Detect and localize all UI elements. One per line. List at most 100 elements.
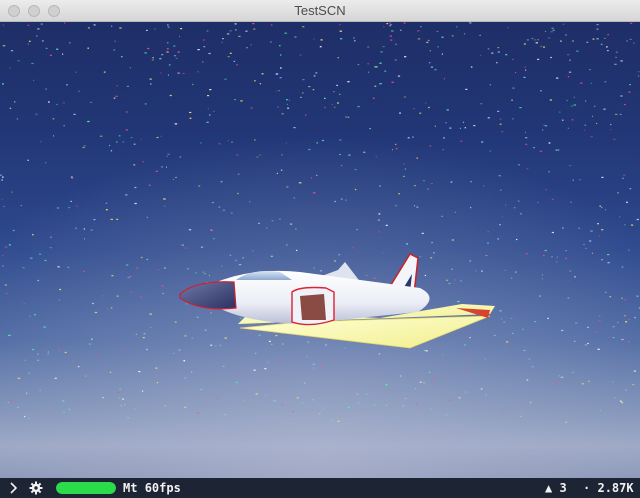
scene-canvas[interactable]: [0, 22, 640, 478]
star-particle: [163, 198, 166, 200]
star-particle: [623, 174, 626, 176]
star-particle: [258, 222, 260, 224]
title-bar[interactable]: TestSCN: [0, 0, 640, 22]
star-particle: [253, 28, 256, 30]
star-particle: [231, 141, 233, 143]
star-particle: [85, 375, 87, 377]
star-particle: [382, 46, 385, 48]
star-particle: [20, 204, 22, 207]
star-particle: [186, 268, 189, 270]
star-particle: [539, 150, 543, 152]
star-particle: [421, 232, 424, 234]
star-particle: [556, 256, 558, 258]
star-particle: [31, 62, 34, 65]
star-particle: [549, 99, 552, 101]
star-particle: [315, 72, 318, 74]
star-particle: [339, 93, 341, 95]
star-particle: [558, 375, 561, 377]
star-particle: [109, 371, 112, 373]
star-particle: [353, 384, 355, 386]
star-particle: [404, 168, 406, 170]
star-particle: [501, 410, 503, 413]
star-particle: [280, 169, 283, 171]
star-particle: [200, 246, 204, 248]
star-particle: [541, 274, 544, 276]
star-particle: [198, 185, 201, 187]
star-particle: [505, 204, 507, 206]
star-particle: [556, 77, 559, 79]
star-particle: [271, 220, 274, 222]
star-particle: [562, 119, 564, 121]
star-particle: [261, 73, 264, 75]
star-particle: [58, 349, 60, 351]
star-particle: [75, 227, 77, 229]
star-particle: [167, 26, 170, 28]
star-particle: [489, 84, 491, 86]
star-particle: [224, 414, 226, 416]
star-particle: [578, 227, 581, 229]
star-particle: [250, 44, 252, 46]
star-particle: [62, 102, 65, 104]
star-particle: [628, 341, 630, 343]
star-particle: [229, 254, 232, 256]
star-particle: [457, 300, 460, 303]
star-particle: [47, 351, 49, 353]
star-particle: [110, 150, 113, 152]
star-particle: [147, 47, 150, 50]
star-particle: [523, 349, 526, 352]
star-particle: [383, 26, 385, 28]
star-particle: [218, 206, 221, 208]
star-particle: [542, 129, 544, 131]
star-particle: [5, 292, 8, 294]
star-particle: [105, 209, 108, 211]
star-particle: [412, 136, 414, 138]
render-api-label: Mt: [123, 481, 138, 495]
star-particle: [448, 399, 451, 401]
chevron-right-icon[interactable]: [9, 482, 19, 494]
star-particle: [390, 24, 393, 26]
star-particle: [623, 224, 626, 226]
star-particle: [92, 302, 94, 305]
star-particle: [312, 89, 315, 91]
star-particle: [250, 331, 253, 333]
star-particle: [313, 367, 315, 369]
star-particle: [483, 185, 485, 187]
star-particle: [386, 23, 389, 25]
gear-icon[interactable]: [29, 481, 43, 495]
star-particle: [162, 292, 164, 295]
star-particle: [585, 100, 587, 102]
star-particle: [37, 28, 40, 30]
star-particle: [446, 109, 449, 111]
star-particle: [23, 303, 26, 305]
star-particle: [287, 107, 290, 109]
star-particle: [324, 97, 326, 99]
star-particle: [27, 396, 30, 398]
star-particle: [372, 97, 375, 99]
star-particle: [202, 61, 204, 63]
star-particle: [206, 121, 209, 123]
star-particle: [72, 360, 74, 362]
star-particle: [234, 23, 237, 25]
star-particle: [623, 104, 626, 106]
star-particle: [507, 27, 509, 29]
star-particle: [286, 391, 288, 393]
star-particle: [400, 375, 402, 377]
star-particle: [626, 201, 628, 203]
star-particle: [367, 63, 370, 65]
star-particle: [143, 333, 146, 335]
star-particle: [296, 397, 299, 399]
star-particle: [517, 200, 520, 202]
star-particle: [211, 202, 214, 204]
star-particle: [111, 25, 113, 27]
scene-view[interactable]: [0, 22, 640, 478]
star-particle: [83, 228, 85, 230]
star-particle: [339, 153, 341, 156]
star-particle: [208, 274, 210, 277]
star-particle: [325, 344, 328, 346]
star-particle: [70, 176, 73, 178]
star-particle: [530, 401, 532, 404]
star-particle: [182, 72, 185, 75]
star-particle: [473, 125, 476, 127]
star-particle: [615, 51, 618, 53]
star-particle: [255, 393, 258, 395]
